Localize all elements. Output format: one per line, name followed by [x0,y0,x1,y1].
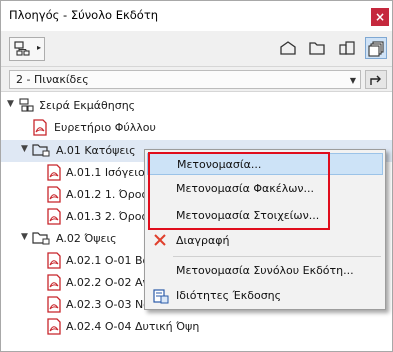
expand-toggle-icon[interactable]: ▼ [7,99,14,109]
delete-x-icon [154,234,166,246]
toolbar: ▸ [1,31,392,67]
pdf-file-icon [33,119,47,136]
tree-item-label: A.01.1 Ισόγειο [66,166,145,179]
pdf-file-icon [47,164,61,181]
window-title: Πλοηγός - Σύνολο Εκδότη [9,8,159,22]
tree-item[interactable]: A.01.2 1. Όροφ [1,184,151,206]
menu-item-label: Μετονομασία Συνόλου Εκδότη... [176,264,354,277]
tree-folder-label: A.01 Κατόψεις [56,144,136,157]
tree-item-label: A.01.2 1. Όροφ [66,188,149,201]
pdf-file-icon [47,274,61,291]
subset-folder-icon [32,232,50,245]
tree-item[interactable]: A.01.1 Ισόγειο [1,162,151,184]
layout-book-icon [339,41,355,55]
tree-item[interactable]: A.02.1 Ο-01 Βόρ [1,250,156,272]
tree-item-label: A.02.1 Ο-01 Βόρ [66,254,157,267]
close-button[interactable]: × [371,8,389,26]
tree-item-label: A.02.3 Ο-03 Νότ [66,298,157,311]
menu-item-delete[interactable]: Διαγραφή [147,230,383,252]
pdf-file-icon [47,318,61,335]
tree-item-label: Ευρετήριο Φύλλου [54,121,156,134]
publisher-sets-icon [368,41,384,57]
menu-separator [173,256,381,257]
tree-item-label: A.02.4 Ο-04 Δυτική Όψη [66,320,200,333]
pdf-file-icon [47,252,61,269]
menu-item-label: Ιδιότητες Έκδοσης [176,289,282,302]
chevron-down-icon: ▼ [349,76,356,85]
title-bar: Πλοηγός - Σύνολο Εκδότη × [1,1,392,31]
tree-item-label: A.01.3 2. Όροφ [66,210,149,223]
publisher-set-icon [19,98,34,112]
dropdown-arrow-icon: ▸ [37,43,42,52]
publisher-set-value: 2 - Πινακίδες [16,73,89,86]
navigator-window: Πλοηγός - Σύνολο Εκδότη × ▸ 2 - Πινακίδε… [0,0,393,352]
expand-toggle-icon[interactable]: ▼ [21,144,28,154]
view-map-button[interactable] [306,37,328,59]
tree-item[interactable]: A.01.3 2. Όροφ [1,206,151,228]
tree-item[interactable]: A.02.2 Ο-02 Ανα [1,272,156,294]
menu-item-rename-publisher-set[interactable]: Μετονομασία Συνόλου Εκδότη... [147,260,383,282]
publish-properties-icon [153,289,169,304]
project-map-button[interactable] [277,37,299,59]
menu-item-label: Διαγραφή [176,234,230,247]
layout-book-button[interactable] [336,37,358,59]
tree-item[interactable]: A.02.4 Ο-04 Δυτική Όψη [1,316,392,338]
tree-folder-label: A.02 Όψεις [56,232,117,245]
publish-button[interactable] [365,70,387,89]
navigator-options-button[interactable]: ▸ [9,37,45,61]
project-map-icon [280,41,296,55]
tree-item-label: A.02.2 Ο-02 Ανα [66,276,156,289]
tree-root[interactable]: ▼ Σειρά Εκμάθησης [1,95,392,117]
publisher-sets-button[interactable] [365,37,387,59]
publisher-set-selector[interactable]: 2 - Πινακίδες ▼ [9,70,361,89]
tree-root-label: Σειρά Εκμάθησης [39,99,136,112]
tree-options-icon [14,41,30,56]
tree-folder[interactable]: ▼ A.02 Όψεις [1,228,151,250]
pdf-file-icon [47,296,61,313]
expand-toggle-icon[interactable]: ▼ [21,232,28,242]
tree-item[interactable]: Ευρετήριο Φύλλου [1,117,392,139]
pdf-file-icon [47,186,61,203]
menu-item-publish-properties[interactable]: Ιδιότητες Έκδοσης [147,285,383,307]
publish-arrow-icon [370,75,381,85]
pdf-file-icon [47,208,61,225]
subset-folder-icon [32,144,50,157]
annotation-highlight-box [148,152,330,230]
tree-item[interactable]: A.02.3 Ο-03 Νότ [1,294,157,316]
view-map-icon [309,42,325,55]
